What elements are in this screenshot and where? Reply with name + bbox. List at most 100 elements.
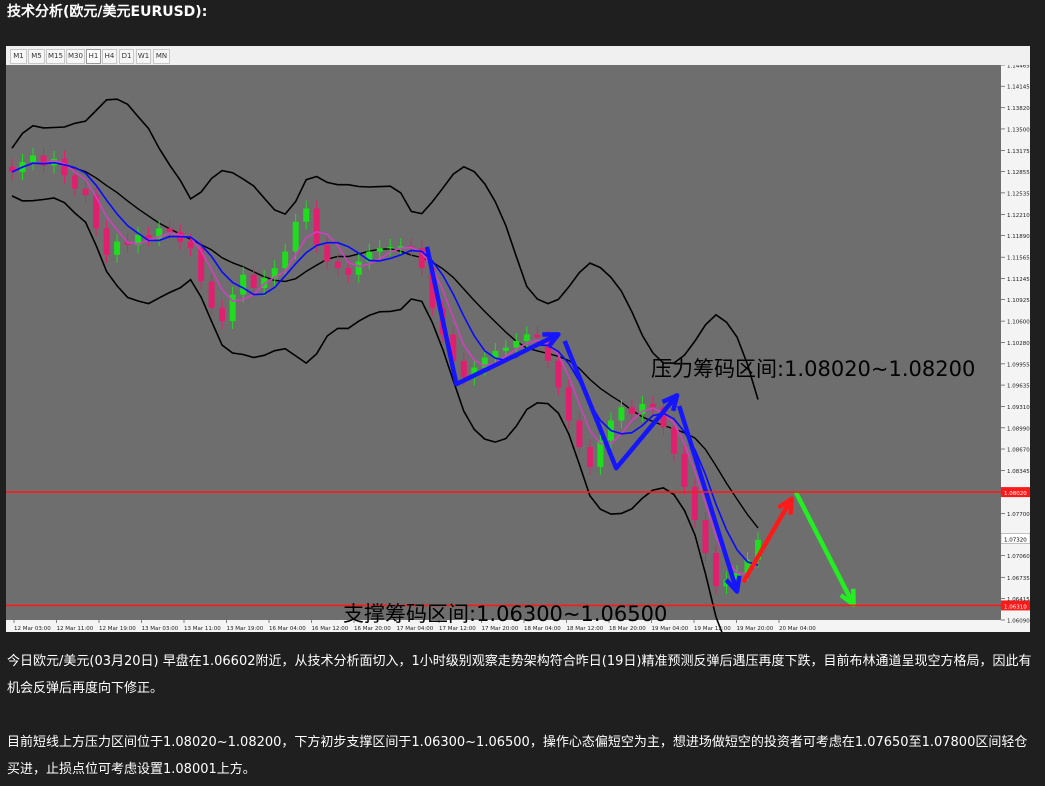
candle-body [166,228,173,232]
x-tick-label: 12 Mar 19:00 [99,626,136,632]
candle-body [145,234,152,239]
x-tick-label: 16 Mar 04:00 [269,626,306,632]
tf-button-d1[interactable]: D1 [119,49,134,64]
candle-body [72,175,79,189]
tf-button-m30[interactable]: M30 [66,49,85,64]
candle-body [460,360,467,378]
x-tick-label: 18 Mar 04:00 [524,626,561,632]
candle-body [61,158,68,176]
x-tick-label: 12 Mar 03:00 [14,626,51,632]
y-tick-label: 1.14145 [1007,85,1030,91]
price-marker-label: 1.06310 [1004,604,1027,610]
resistance-zone-annotation: 压力筹码区间:1.08020~1.08200 [651,357,975,381]
y-tick-label: 1.09310 [1007,405,1030,411]
candle-body [292,221,299,252]
chart-window: M1 M5 M15 M30 H1 H4 D1 W1 MN 1.08020 1.07… [6,46,1030,632]
y-tick-label: 1.13500 [1007,127,1030,133]
y-tick-label: 1.10925 [1007,298,1030,304]
candle-body [355,261,362,275]
tf-button-h4[interactable]: H4 [102,49,117,64]
x-tick-label: 17 Mar 04:00 [397,626,434,632]
y-tick-label: 1.08670 [1007,448,1030,454]
candle-body [565,387,572,421]
tf-button-m5[interactable]: M5 [28,49,45,64]
candle-body [303,208,310,222]
y-tick-label: 1.13175 [1007,149,1030,155]
candle-body [534,334,541,338]
y-tick-label: 1.14465 [1007,65,1030,70]
x-tick-label: 17 Mar 12:00 [439,626,476,632]
tf-button-m1[interactable]: M1 [10,49,27,64]
candle-body [513,341,520,348]
x-tick-label: 13 Mar 11:00 [184,626,221,632]
candle-body [187,241,194,249]
x-tick-label: 13 Mar 03:00 [142,626,179,632]
tf-button-h1[interactable]: H1 [86,49,101,64]
price-marker-label: 1.07320 [1004,537,1027,543]
candle-body [628,407,635,414]
y-tick-label: 1.06735 [1007,576,1030,582]
y-tick-label: 1.11890 [1007,234,1030,240]
y-tick-label: 1.08345 [1007,469,1030,475]
x-tick-label: 12 Mar 11:00 [57,626,94,632]
plot-area [6,65,1001,620]
price-chart[interactable]: 1.08020 1.07320 1.06310 1.14465 1.14145 1.13… [6,65,1030,632]
y-tick-label: 1.08990 [1007,426,1030,432]
y-tick-label: 1.10600 [1007,320,1030,326]
x-tick-label: 16 Mar 12:00 [312,626,349,632]
candle-body [30,155,37,163]
y-tick-label: 1.11565 [1007,256,1030,262]
candle-body [523,334,530,342]
candle-body [555,360,562,388]
y-tick-label: 1.13820 [1007,106,1030,112]
candle-body [387,246,394,249]
x-tick-label: 19 Mar 04:00 [652,626,689,632]
candle-body [586,447,593,467]
y-tick-label: 1.10280 [1007,341,1030,347]
tf-button-w1[interactable]: W1 [136,49,151,64]
candle-body [114,241,121,255]
y-tick-label: 1.06415 [1007,597,1030,603]
y-tick-label: 1.07060 [1007,554,1030,560]
x-tick-label: 19 Mar 12:00 [694,626,731,632]
x-tick-label: 13 Mar 19:00 [227,626,264,632]
x-tick-label: 16 Mar 20:00 [354,626,391,632]
analysis-paragraph-2: 目前短线上方压力区间位于1.08020~1.08200，下方初步支撑区间于1.0… [7,735,1028,777]
candle-body [82,188,89,196]
x-tick-label: 18 Mar 20:00 [609,626,646,632]
candle-body [618,407,625,421]
candle-body [240,274,247,295]
y-tick-label: 1.12210 [1007,213,1030,219]
y-tick-label: 1.11245 [1007,277,1030,283]
candle-body [334,261,341,269]
candle-body [681,453,688,487]
y-tick-label: 1.12535 [1007,191,1030,197]
support-zone-annotation: 支撑筹码区间:1.06300~1.06500 [343,602,667,626]
timeframe-toolbar: M1 M5 M15 M30 H1 H4 D1 W1 MN [6,46,1030,66]
tf-button-mn[interactable]: MN [153,49,170,64]
x-tick-label: 20 Mar 04:00 [779,626,816,632]
candle-body [502,347,509,351]
x-tick-label: 18 Mar 12:00 [567,626,604,632]
candle-body [702,519,709,554]
y-tick-label: 1.09955 [1007,362,1030,368]
y-tick-label: 1.09635 [1007,384,1030,390]
x-tick-label: 17 Mar 20:00 [482,626,519,632]
candle-body [576,420,583,448]
candle-body [282,251,289,269]
candle-body [345,268,352,275]
tf-button-m15[interactable]: M15 [46,49,65,64]
candle-body [712,553,719,587]
candle-body [103,228,110,255]
y-tick-label: 1.06090 [1007,619,1030,625]
candle-body [250,274,257,288]
x-tick-label: 19 Mar 20:00 [737,626,774,632]
page-title: 技术分析(欧元/美元EURUSD): [7,4,208,20]
price-marker-label: 1.08020 [1004,491,1027,497]
y-tick-label: 1.12855 [1007,170,1030,176]
y-tick-label: 1.07700 [1007,512,1030,518]
candle-body [208,281,215,308]
candle-body [219,307,226,322]
candle-body [649,403,656,408]
candle-body [376,248,383,252]
